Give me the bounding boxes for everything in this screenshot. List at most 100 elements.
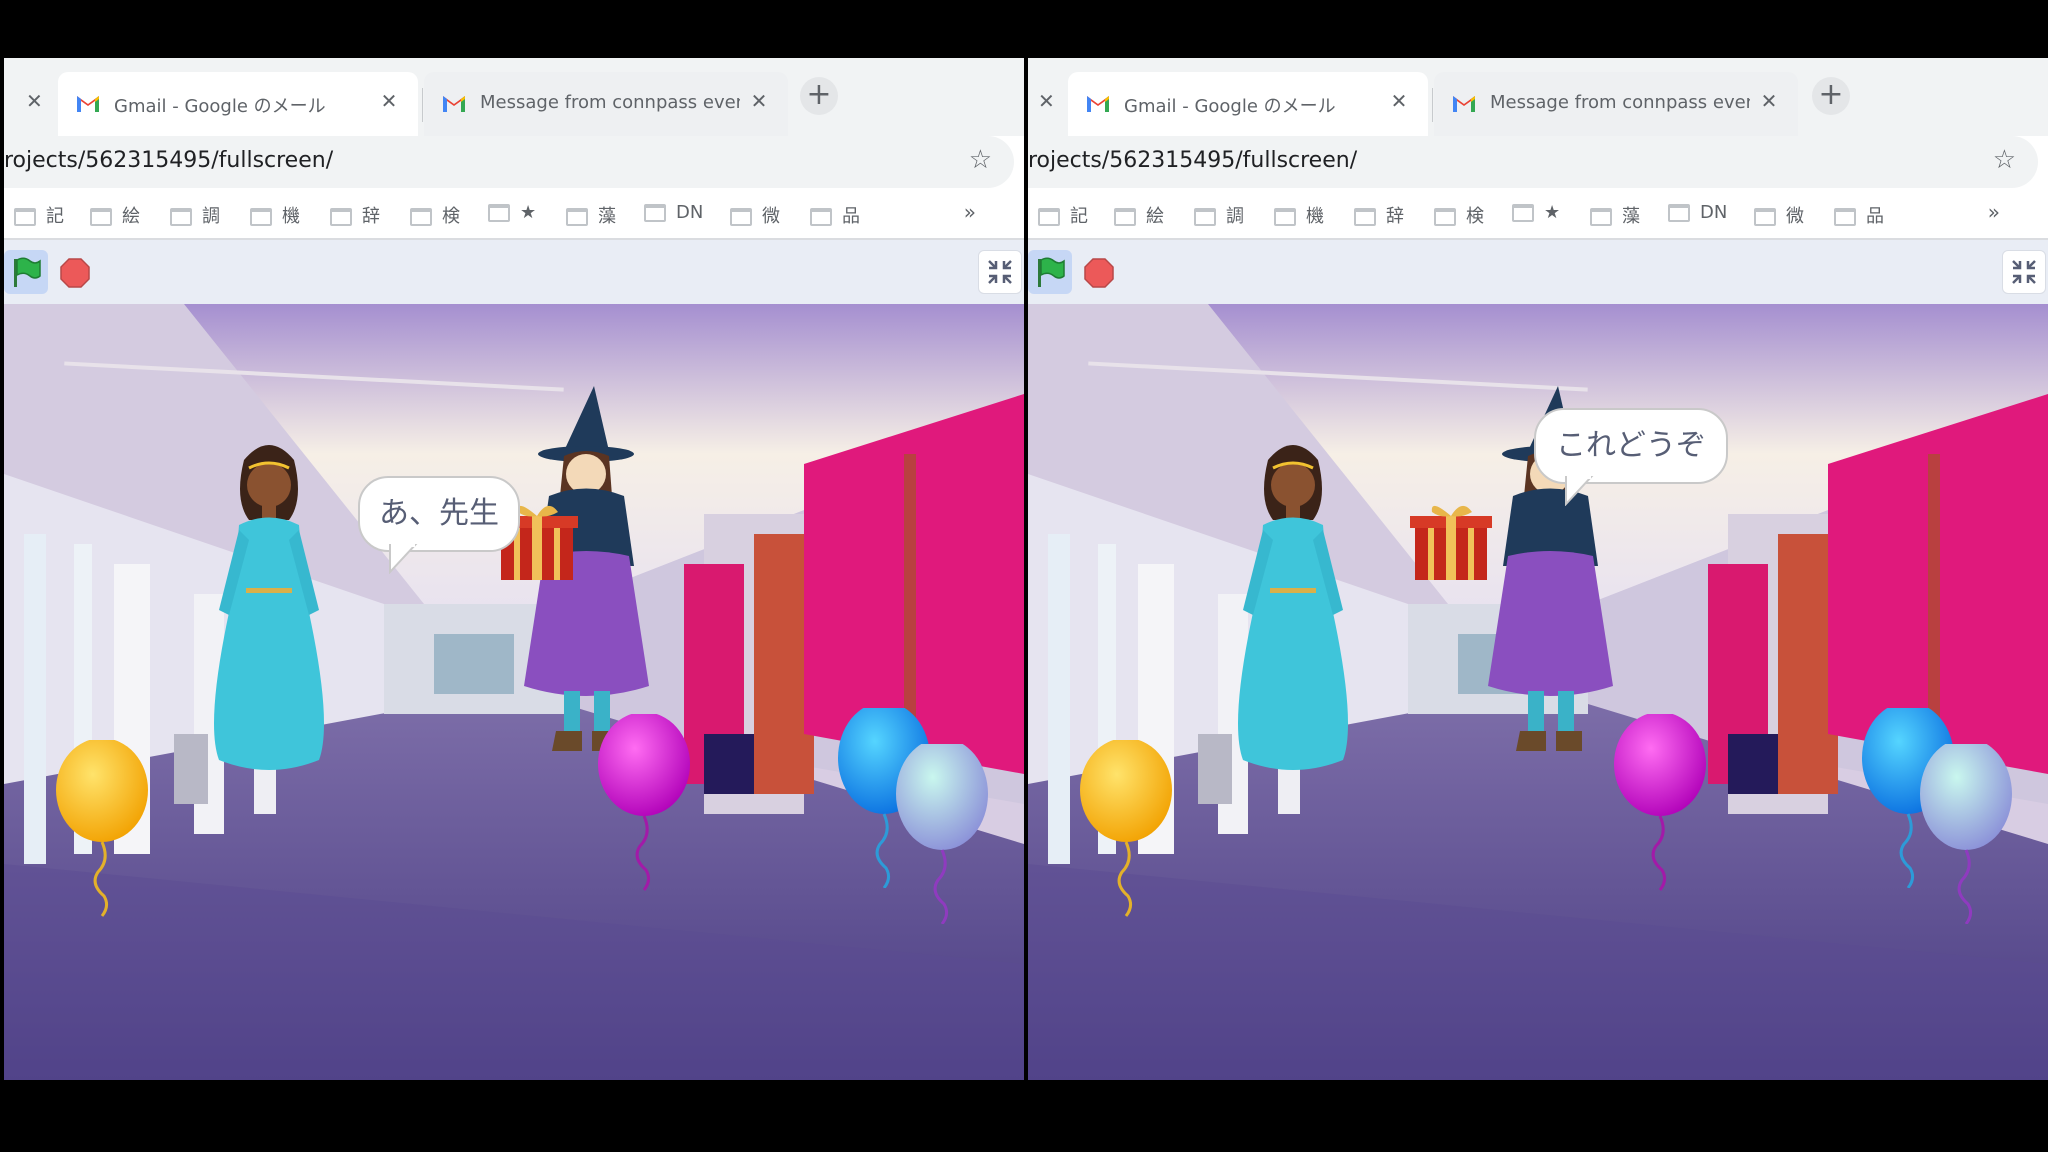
tab-strip: ✕ Gmail - Google のメール ✕ Message from con… <box>4 58 1024 136</box>
bookmark-item[interactable]: 記 <box>1038 202 1088 228</box>
folder-icon <box>330 208 352 226</box>
browser-chrome: ✕ Gmail - Google のメール ✕ Message from con… <box>1028 58 2048 304</box>
folder-icon <box>1754 208 1776 226</box>
bookmark-item[interactable]: 検 <box>410 202 460 228</box>
bookmark-item[interactable]: 機 <box>250 202 300 228</box>
exit-fullscreen-icon <box>988 260 1012 284</box>
yellow-balloon[interactable] <box>52 740 152 920</box>
folder-icon <box>1512 204 1534 222</box>
tab-connpass[interactable]: Message from connpass event ✕ <box>1434 72 1798 136</box>
bookmark-label: 検 <box>1466 206 1484 227</box>
bookmark-item[interactable]: 藻 <box>566 202 616 228</box>
stop-icon <box>1084 258 1114 288</box>
bookmark-label: 微 <box>1786 206 1804 227</box>
bookmarks-overflow-icon[interactable]: » <box>964 200 976 224</box>
bookmark-label: 辞 <box>362 206 380 227</box>
speech-bubble-tail <box>389 544 418 574</box>
folder-icon <box>488 204 510 222</box>
bookmark-item[interactable]: 絵 <box>1114 202 1164 228</box>
princess-sprite[interactable] <box>1218 430 1368 790</box>
bookmark-item[interactable]: 辞 <box>330 202 380 228</box>
bookmark-item[interactable]: 記 <box>14 202 64 228</box>
bookmark-item[interactable]: 調 <box>1194 202 1244 228</box>
speech-text: これどうぞ <box>1556 428 1706 463</box>
bookmarks-overflow-icon[interactable]: » <box>1988 200 2000 224</box>
scratch-controls-bar <box>1028 240 2048 304</box>
bookmark-item[interactable]: ★ <box>488 202 536 223</box>
bookmark-label: 辞 <box>1386 206 1404 227</box>
bookmark-item[interactable]: 機 <box>1274 202 1324 228</box>
stop-button[interactable] <box>60 258 90 288</box>
folder-icon <box>410 208 432 226</box>
green-flag-button[interactable] <box>1028 250 1072 294</box>
bookmark-label: 微 <box>762 206 780 227</box>
bookmark-item[interactable]: 検 <box>1434 202 1484 228</box>
tab-connpass[interactable]: Message from connpass event ✕ <box>424 72 788 136</box>
right-browser-frame: ✕ Gmail - Google のメール ✕ Message from con… <box>1028 0 2048 1152</box>
teal-balloon[interactable] <box>892 744 992 924</box>
speech-text: あ、先生 <box>379 496 499 531</box>
bookmark-label: 調 <box>1226 206 1244 227</box>
gift-box-sprite[interactable] <box>1410 500 1492 582</box>
close-tab-icon[interactable]: ✕ <box>376 88 402 114</box>
bookmark-label: 絵 <box>1146 206 1164 227</box>
bookmark-item[interactable]: DN <box>1668 202 1727 223</box>
speech-bubble-tail <box>1565 476 1594 506</box>
bookmark-star-icon[interactable]: ☆ <box>1993 145 2016 175</box>
yellow-balloon[interactable] <box>1076 740 1176 920</box>
scratch-stage[interactable]: これどうぞ <box>1028 304 2048 1080</box>
bookmark-label: 藻 <box>1622 206 1640 227</box>
stop-button[interactable] <box>1084 258 1114 288</box>
tab-gmail[interactable]: Gmail - Google のメール ✕ <box>58 72 418 136</box>
tab-divider <box>422 88 423 122</box>
bookmark-item[interactable]: 微 <box>730 202 780 228</box>
close-tab-icon[interactable]: ✕ <box>26 89 43 113</box>
teal-balloon[interactable] <box>1916 744 2016 924</box>
princess-sprite[interactable] <box>194 430 344 790</box>
speech-bubble: あ、先生 <box>358 476 520 552</box>
bookmark-item[interactable]: 調 <box>170 202 220 228</box>
left-browser-frame: ✕ Gmail - Google のメール ✕ Message from con… <box>4 0 1024 1152</box>
bookmark-item[interactable]: DN <box>644 202 703 223</box>
folder-icon <box>566 208 588 226</box>
folder-icon <box>1590 208 1612 226</box>
browser-chrome: ✕ Gmail - Google のメール ✕ Message from con… <box>4 58 1024 304</box>
bookmark-item[interactable]: ★ <box>1512 202 1560 223</box>
green-flag-icon <box>14 257 41 287</box>
bookmark-star-icon[interactable]: ☆ <box>969 145 992 175</box>
tab-gmail[interactable]: Gmail - Google のメール ✕ <box>1068 72 1428 136</box>
close-tab-icon[interactable]: ✕ <box>1756 88 1782 114</box>
folder-icon <box>14 208 36 226</box>
bookmarks-bar: 記 絵 調 機 辞 検 ★ 藻 DN 微 品 » <box>4 194 1024 234</box>
close-tab-icon[interactable]: ✕ <box>746 88 772 114</box>
folder-icon <box>250 208 272 226</box>
green-flag-button[interactable] <box>4 250 48 294</box>
new-tab-button[interactable]: + <box>1812 77 1850 115</box>
bookmark-label: 調 <box>202 206 220 227</box>
tab-title: Gmail - Google のメール <box>1124 96 1336 117</box>
folder-icon <box>644 204 666 222</box>
bookmark-item[interactable]: 辞 <box>1354 202 1404 228</box>
bookmark-item[interactable]: 藻 <box>1590 202 1640 228</box>
bookmark-label: 機 <box>1306 206 1324 227</box>
folder-icon <box>1194 208 1216 226</box>
scratch-stage[interactable]: あ、先生 <box>4 304 1024 1080</box>
bookmark-item[interactable]: 品 <box>810 202 860 228</box>
exit-fullscreen-button[interactable] <box>978 250 1022 294</box>
bookmark-label: 品 <box>1866 206 1884 227</box>
exit-fullscreen-button[interactable] <box>2002 250 2046 294</box>
pink-balloon[interactable] <box>1610 714 1710 894</box>
address-bar[interactable]: rojects/562315495/fullscreen/ ☆ <box>1028 136 2038 188</box>
close-tab-icon[interactable]: ✕ <box>1386 88 1412 114</box>
bookmark-item[interactable]: 微 <box>1754 202 1804 228</box>
pink-balloon[interactable] <box>594 714 694 894</box>
url-text: rojects/562315495/fullscreen/ <box>4 148 334 173</box>
bookmark-item[interactable]: 絵 <box>90 202 140 228</box>
new-tab-button[interactable]: + <box>800 77 838 115</box>
bookmark-label: 機 <box>282 206 300 227</box>
gmail-icon <box>77 96 99 112</box>
bookmark-item[interactable]: 品 <box>1834 202 1884 228</box>
tab-title: Message from connpass event <box>480 92 740 113</box>
close-tab-icon[interactable]: ✕ <box>1038 89 1055 113</box>
address-bar[interactable]: rojects/562315495/fullscreen/ ☆ <box>4 136 1014 188</box>
